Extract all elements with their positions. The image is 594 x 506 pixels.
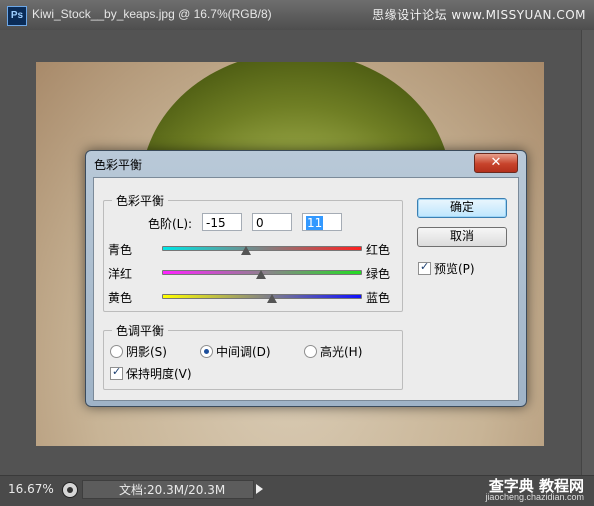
zoom-level[interactable]: 16.67% <box>8 482 54 496</box>
yellow-blue-slider-thumb[interactable] <box>266 294 277 303</box>
dialog-title: 色彩平衡 <box>94 158 143 172</box>
watermark-top: 思缘设计论坛 www.MISSYUAN.COM <box>372 8 586 22</box>
check-icon: ✓ <box>420 260 430 273</box>
magenta-green-slider-thumb[interactable] <box>256 270 266 279</box>
magenta-label: 洋红 <box>108 267 133 281</box>
close-button[interactable]: ✕ <box>474 153 518 173</box>
level-input-yellow-blue[interactable]: 11 <box>302 213 342 231</box>
ok-button[interactable]: 确定 <box>417 198 507 218</box>
highlights-label[interactable]: 高光(H) <box>320 343 362 360</box>
highlights-radio[interactable] <box>304 345 317 358</box>
status-menu-arrow-icon[interactable] <box>256 484 263 494</box>
watermark-url: jiaocheng.chazidian.com <box>485 492 584 502</box>
cyan-red-slider-track[interactable] <box>162 246 362 251</box>
yellow-label: 黄色 <box>108 291 133 305</box>
tone-balance-legend: 色调平衡 <box>112 322 169 339</box>
preview-label[interactable]: 预览(P) <box>434 260 475 277</box>
midtones-radio[interactable] <box>200 345 213 358</box>
level-input-magenta-green[interactable]: 0 <box>252 213 292 231</box>
levels-label: 色阶(L): <box>148 217 193 231</box>
cancel-button[interactable]: 取消 <box>417 227 507 247</box>
blue-label: 蓝色 <box>366 291 391 305</box>
color-balance-legend: 色彩平衡 <box>112 192 169 209</box>
color-balance-dialog: 色彩平衡 ✕ 色彩平衡 色阶(L): -15 0 11 青色 红色 洋红 绿色 <box>85 150 527 407</box>
document-titlebar: Ps Kiwi_Stock__by_keaps.jpg @ 16.7%(RGB/… <box>0 0 594 31</box>
photoshop-document-window: Ps Kiwi_Stock__by_keaps.jpg @ 16.7%(RGB/… <box>0 0 594 506</box>
yellow-blue-slider-track[interactable] <box>162 294 362 299</box>
midtones-label[interactable]: 中间调(D) <box>216 343 271 360</box>
status-info-icon[interactable] <box>62 482 78 498</box>
red-label: 红色 <box>366 243 391 257</box>
cyan-red-slider-thumb[interactable] <box>241 246 252 255</box>
green-label: 绿色 <box>366 267 391 281</box>
cyan-label: 青色 <box>108 243 133 257</box>
dialog-body: 色彩平衡 色阶(L): -15 0 11 青色 红色 洋红 绿色 黄色 蓝色 色… <box>93 177 519 401</box>
color-balance-group: 色彩平衡 色阶(L): -15 0 11 青色 红色 洋红 绿色 黄色 蓝色 <box>103 192 403 312</box>
tone-balance-group: 色调平衡 阴影(S) 中间调(D) 高光(H) ✓ 保持明度(V) <box>103 322 403 390</box>
level-input-cyan-red[interactable]: -15 <box>202 213 242 231</box>
preview-checkbox[interactable]: ✓ <box>418 260 431 275</box>
shadows-radio[interactable] <box>110 345 123 358</box>
preserve-luminosity-checkbox[interactable]: ✓ <box>110 365 123 380</box>
check-icon: ✓ <box>112 365 122 378</box>
vertical-scrollbar[interactable] <box>581 30 594 475</box>
preserve-luminosity-label[interactable]: 保持明度(V) <box>126 365 192 382</box>
document-info: 文档:20.3M/20.3M <box>82 480 254 499</box>
shadows-label[interactable]: 阴影(S) <box>126 343 167 360</box>
document-title: Kiwi_Stock__by_keaps.jpg @ 16.7%(RGB/8) <box>32 7 272 21</box>
photoshop-icon: Ps <box>7 6 27 26</box>
